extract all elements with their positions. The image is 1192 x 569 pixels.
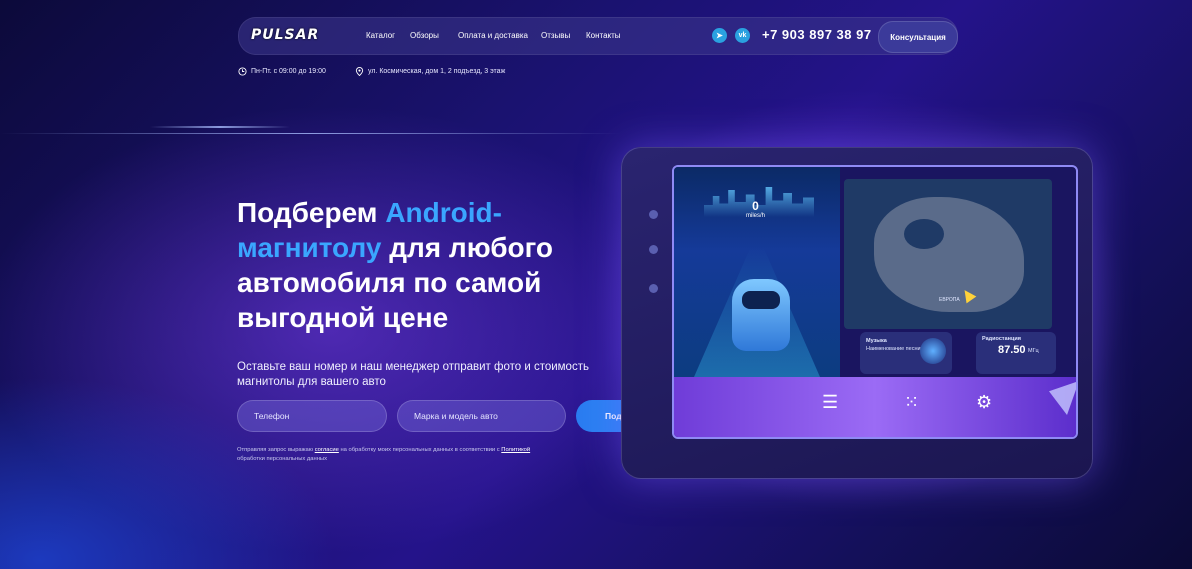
light-streak	[0, 133, 620, 134]
car-model-input[interactable]: Марка и модель авто	[397, 400, 566, 432]
vk-icon[interactable]: vk	[735, 28, 750, 43]
radio-title: Радиостанция	[982, 336, 1021, 342]
header-bar: PULSAR Каталог Обзоры Оплата и доставка …	[238, 17, 958, 55]
consultation-label: Консультация	[890, 32, 946, 42]
nav-contacts[interactable]: Контакты	[586, 31, 621, 40]
phone-input[interactable]: Телефон	[237, 400, 387, 432]
map-view: ЕВРОПА	[844, 179, 1052, 329]
car-image	[732, 279, 790, 351]
consultation-button[interactable]: Консультация	[878, 21, 958, 53]
consent-link[interactable]: согласие	[315, 447, 339, 453]
speed-unit: miles/h	[746, 213, 766, 219]
consent-part: на обработку моих персональных данных в …	[338, 447, 502, 453]
logo-text: PULSAR	[251, 27, 320, 43]
back-icon	[649, 284, 658, 293]
consent-part: Отправляя запрос выражаю	[237, 447, 315, 453]
map-label: ЕВРОПА	[939, 297, 960, 303]
telegram-icon[interactable]: ➤	[712, 28, 727, 43]
music-widget: Музыка Наименование песни	[860, 332, 952, 374]
car-window	[742, 291, 780, 309]
hero-title-highlight: Android-	[385, 197, 502, 228]
light-streak	[150, 126, 290, 128]
phone-placeholder: Телефон	[254, 411, 290, 421]
music-title: Музыка	[866, 338, 887, 344]
head-unit-screen: 0 miles/h ЕВРОПА Музыка Наименование пес…	[672, 165, 1078, 439]
address: ул. Космическая, дом 1, 2 подъезд, 3 эта…	[355, 67, 505, 76]
settings-gear-icon: ⚙	[976, 392, 993, 412]
home-icon	[649, 245, 658, 254]
hero-title-part: Подберем	[237, 197, 386, 228]
driving-view: 0 miles/h	[674, 167, 840, 377]
hero-subtitle: Оставьте ваш номер и наш менеджер отправ…	[237, 361, 589, 388]
nav-testimonials[interactable]: Отзывы	[541, 31, 570, 40]
phone-number[interactable]: +7 903 897 38 97	[762, 27, 872, 42]
location-pin-icon	[355, 67, 364, 76]
address-text: ул. Космическая, дом 1, 2 подъезд, 3 эта…	[368, 68, 506, 75]
equalizer-icon: ☰	[822, 392, 839, 412]
policy-link[interactable]: Политикой	[501, 447, 530, 453]
radio-widget: Радиостанция 87.50 МГц	[976, 332, 1056, 374]
consent-text: Отправляя запрос выражаю согласие на обр…	[237, 446, 557, 464]
power-icon	[649, 210, 658, 219]
hours-text: Пн-Пт. с 09:00 до 19:00	[251, 68, 326, 75]
car-model-placeholder: Марка и модель авто	[414, 411, 498, 421]
radio-frequency: 87.50	[998, 344, 1026, 356]
speed-value: 0	[752, 199, 759, 213]
map-land	[874, 197, 1024, 312]
hero-title: Подберем Android- магнитолу для любого а…	[237, 195, 567, 335]
hero-title-highlight: магнитолу	[237, 232, 382, 263]
clock-icon	[238, 67, 247, 76]
music-song: Наименование песни	[866, 346, 921, 352]
working-hours: Пн-Пт. с 09:00 до 19:00	[238, 67, 326, 76]
map-sea	[904, 219, 944, 249]
consent-part: обработки персональных данных	[237, 456, 328, 462]
album-art	[920, 338, 946, 364]
nav-reviews[interactable]: Обзоры	[410, 31, 439, 40]
nav-catalog[interactable]: Каталог	[366, 31, 395, 40]
screen-dock	[674, 377, 1076, 437]
speedometer: 0 miles/h	[746, 199, 765, 219]
logo[interactable]: PULSAR	[251, 27, 319, 43]
nav-payment-delivery[interactable]: Оплата и доставка	[458, 31, 528, 40]
radio-unit: МГц	[1028, 348, 1039, 354]
apps-grid-icon: ⁙	[904, 392, 920, 412]
